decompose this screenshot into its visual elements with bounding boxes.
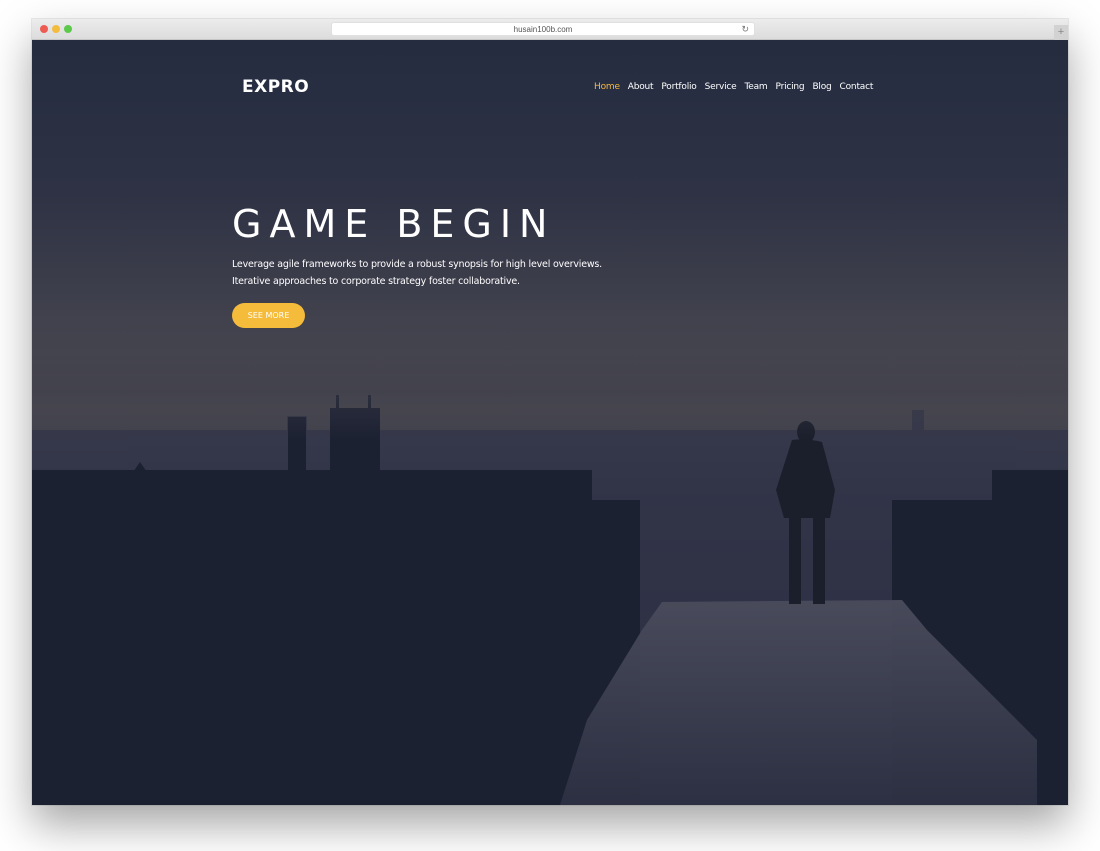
nav-item-pricing[interactable]: Pricing	[776, 82, 805, 92]
hero-section: EXPRO Home About Portfolio Service Team …	[32, 40, 1068, 805]
hero-description-line-1: Leverage agile frameworks to provide a r…	[232, 259, 602, 270]
url-text: husain100b.com	[513, 25, 573, 34]
address-bar[interactable]: husain100b.com ↻	[331, 22, 755, 36]
site-logo[interactable]: EXPRO	[242, 77, 309, 97]
site-header: EXPRO Home About Portfolio Service Team …	[32, 40, 1068, 100]
nav-item-about[interactable]: About	[628, 82, 654, 92]
hero-title: GAME BEGIN	[232, 202, 556, 246]
maximize-window-button[interactable]	[64, 25, 72, 33]
nav-item-portfolio[interactable]: Portfolio	[661, 82, 696, 92]
haze-overlay	[32, 320, 1068, 440]
nav-item-contact[interactable]: Contact	[840, 82, 874, 92]
hero-content: GAME BEGIN Leverage agile frameworks to …	[232, 202, 602, 328]
main-nav: Home About Portfolio Service Team Pricin…	[594, 82, 881, 92]
nav-item-home[interactable]: Home	[594, 82, 620, 92]
hero-description-line-2: Iterative approaches to corporate strate…	[232, 276, 520, 287]
plus-icon[interactable]: +	[1054, 25, 1068, 40]
close-window-button[interactable]	[40, 25, 48, 33]
nav-item-service[interactable]: Service	[705, 82, 737, 92]
nav-item-blog[interactable]: Blog	[812, 82, 831, 92]
hero-description: Leverage agile frameworks to provide a r…	[232, 256, 602, 290]
nav-item-team[interactable]: Team	[745, 82, 768, 92]
browser-titlebar: husain100b.com ↻ +	[32, 19, 1068, 40]
browser-window: husain100b.com ↻ + EXPRO Home About Port…	[32, 19, 1068, 805]
reload-icon[interactable]: ↻	[741, 23, 749, 36]
minimize-window-button[interactable]	[52, 25, 60, 33]
see-more-button[interactable]: SEE MORE	[232, 303, 305, 328]
